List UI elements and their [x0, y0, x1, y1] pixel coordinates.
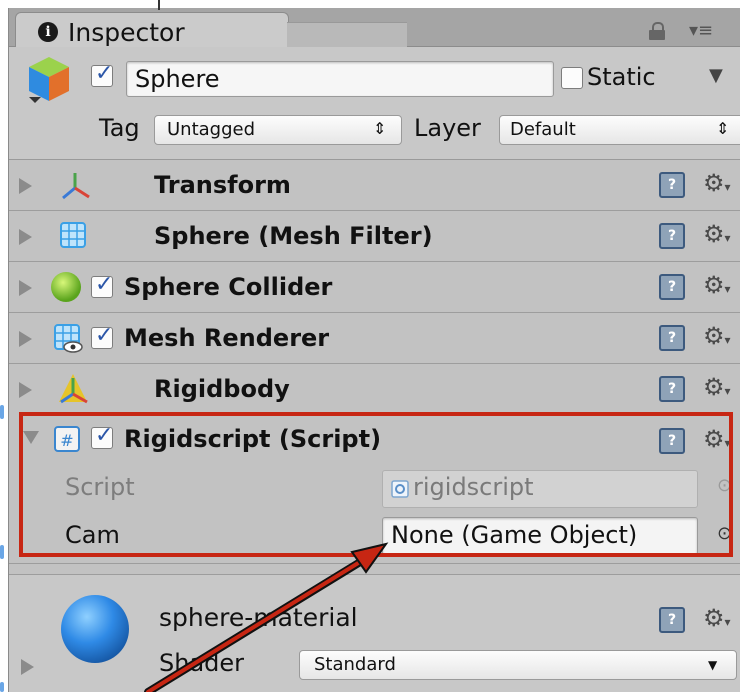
tag-dropdown[interactable]: Untagged ⇕	[154, 115, 402, 145]
layer-label: Layer	[414, 114, 481, 142]
edge-mark	[0, 682, 4, 692]
gear-icon[interactable]: ⚙▾	[703, 271, 731, 299]
component-label: Sphere (Mesh Filter)	[154, 222, 433, 250]
transform-axes-icon	[62, 173, 90, 200]
component-label: Mesh Renderer	[124, 324, 330, 352]
static-label: Static	[587, 63, 656, 91]
layer-arrows-icon: ⇕	[716, 119, 730, 138]
component-mesh-filter[interactable]: Sphere (Mesh Filter) ? ⚙▾	[9, 211, 740, 262]
shader-dropdown[interactable]: Standard ▼	[299, 650, 737, 680]
mesh-filter-icon	[60, 222, 86, 248]
static-dropdown-icon[interactable]: ▼	[709, 65, 723, 86]
tag-value: Untagged	[167, 119, 256, 140]
tab-title: Inspector	[68, 18, 185, 47]
edge-mark	[0, 405, 4, 419]
tab-menu-icon[interactable]: ▾≡	[689, 20, 713, 41]
component-label: Transform	[154, 171, 291, 199]
tab-bar: i Inspector ▾≡	[9, 8, 740, 47]
gear-icon[interactable]: ⚙▾	[703, 322, 731, 350]
shader-label: Shader	[159, 649, 245, 677]
object-name-field[interactable]: Sphere	[126, 61, 554, 97]
object-name-text: Sphere	[135, 65, 220, 93]
component-mesh-renderer[interactable]: ✓ Mesh Renderer ? ⚙▾	[9, 313, 740, 364]
tab-inspector[interactable]: i Inspector	[15, 12, 289, 47]
layer-dropdown[interactable]: Default ⇕	[499, 115, 740, 145]
help-icon[interactable]: ?	[659, 223, 685, 249]
component-transform[interactable]: Transform ? ⚙▾	[9, 160, 740, 211]
help-icon[interactable]: ?	[659, 172, 685, 198]
inspector-panel: i Inspector ▾≡ ✓ Sphere Static ▼ Tag Unt…	[8, 8, 740, 692]
help-icon[interactable]: ?	[659, 376, 685, 402]
active-checkbox[interactable]: ✓	[91, 61, 113, 87]
help-icon[interactable]: ?	[659, 325, 685, 351]
help-icon[interactable]: ?	[659, 607, 685, 633]
fold-triangle-icon[interactable]	[19, 331, 32, 347]
chevron-down-icon: ▼	[708, 658, 718, 672]
fold-triangle-icon[interactable]	[19, 382, 32, 398]
tab-strip-empty	[287, 22, 407, 47]
fold-triangle-icon[interactable]	[19, 280, 32, 296]
highlight-box	[19, 412, 733, 557]
fold-triangle-icon[interactable]	[19, 229, 32, 245]
mesh-renderer-icon	[54, 324, 83, 353]
info-icon: i	[38, 22, 58, 42]
material-sphere-preview	[61, 595, 129, 663]
tag-label: Tag	[99, 114, 140, 142]
static-checkbox[interactable]	[561, 67, 583, 89]
gameobject-cube-icon	[29, 57, 69, 103]
help-icon[interactable]: ?	[659, 274, 685, 300]
gear-icon[interactable]: ⚙▾	[703, 604, 731, 632]
shader-value: Standard	[314, 654, 396, 675]
component-enabled-checkbox[interactable]: ✓	[91, 272, 113, 298]
rigidbody-icon	[59, 374, 88, 404]
fold-triangle-icon[interactable]	[21, 659, 34, 675]
fold-triangle-icon[interactable]	[19, 178, 32, 194]
top-line	[158, 0, 160, 10]
component-label: Sphere Collider	[124, 273, 333, 301]
sphere-collider-icon	[51, 272, 81, 302]
material-name: sphere-material	[159, 603, 358, 632]
component-sphere-collider[interactable]: ✓ Sphere Collider ? ⚙▾	[9, 262, 740, 313]
component-enabled-checkbox[interactable]: ✓	[91, 323, 113, 349]
material-section: sphere-material ? ⚙▾ Shader Standard ▼	[9, 574, 740, 692]
edge-mark	[0, 545, 4, 559]
layer-value: Default	[510, 119, 576, 140]
object-header: ✓ Sphere Static ▼ Tag Untagged ⇕ Layer D…	[9, 47, 740, 160]
component-rigidbody[interactable]: Rigidbody ? ⚙▾	[9, 364, 740, 415]
gear-icon[interactable]: ⚙▾	[703, 220, 731, 248]
lock-icon[interactable]	[649, 22, 665, 40]
component-label: Rigidbody	[154, 375, 290, 403]
tag-arrows-icon: ⇕	[373, 119, 387, 138]
gear-icon[interactable]: ⚙▾	[703, 169, 731, 197]
gear-icon[interactable]: ⚙▾	[703, 373, 731, 401]
